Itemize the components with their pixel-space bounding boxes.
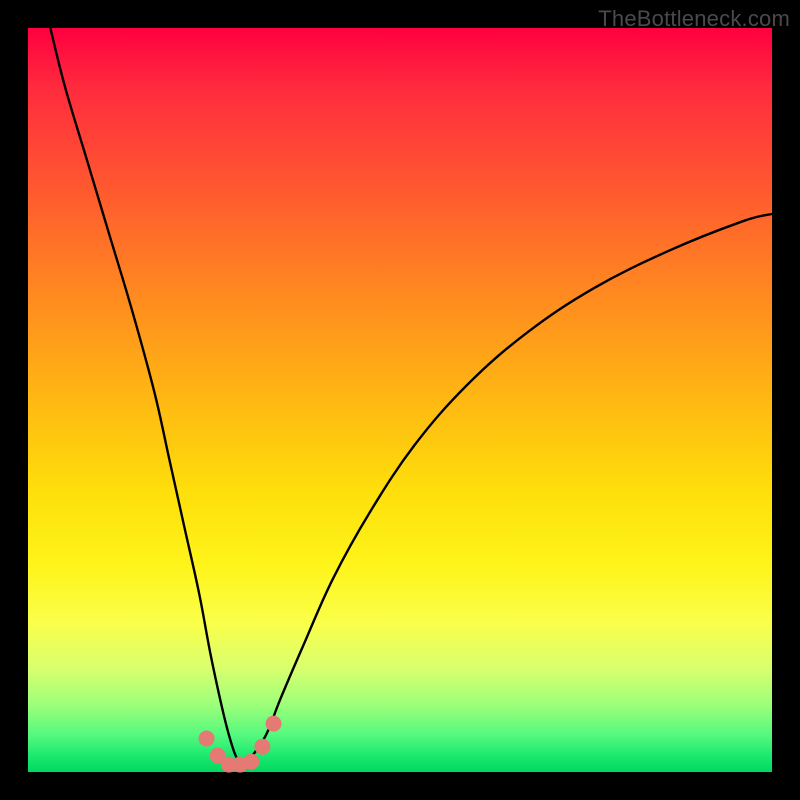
plot-area bbox=[28, 28, 772, 772]
trough-marker bbox=[243, 754, 259, 770]
bottleneck-chart: TheBottleneck.com bbox=[0, 0, 800, 800]
curve-layer bbox=[28, 28, 772, 772]
trough-marker bbox=[266, 716, 282, 732]
trough-markers bbox=[199, 716, 282, 773]
trough-marker bbox=[254, 739, 270, 755]
bottleneck-curve bbox=[50, 28, 772, 765]
trough-marker bbox=[199, 731, 215, 747]
